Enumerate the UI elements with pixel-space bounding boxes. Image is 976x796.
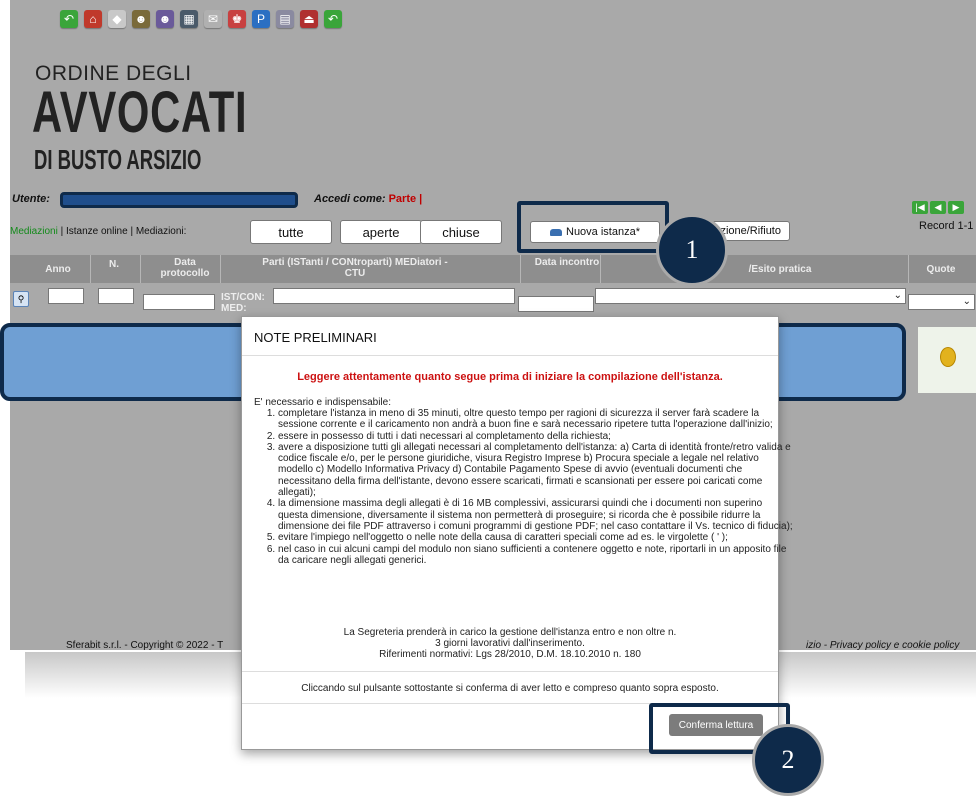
col-data-protocollo: Data protocollo <box>160 257 210 279</box>
logo-line-2: AVVOCATI <box>32 80 248 145</box>
user-search-icon[interactable]: ☻ <box>156 10 174 28</box>
record-count: Record 1-1 <box>919 220 974 232</box>
callout-badge-1: 1 <box>656 214 728 286</box>
list-item: avere a disposizione tutti gli allegati … <box>278 442 794 498</box>
quote-cell <box>918 327 976 393</box>
print-icon[interactable]: ▤ <box>276 10 294 28</box>
parti-input[interactable] <box>273 288 515 304</box>
filter-chiuse-button[interactable]: chiuse <box>420 220 502 244</box>
list-item: evitare l'impiego nell'oggetto o nelle n… <box>278 532 794 543</box>
modal-note: La Segreteria prenderà in carico la gest… <box>242 627 778 660</box>
next-page-icon[interactable]: ▶ <box>948 201 964 214</box>
col-parti: Parti (ISTanti / CONtroparti) MEDiatori … <box>262 257 448 279</box>
paypal-icon[interactable]: P <box>252 10 270 28</box>
modal-requirements-list: completare l'istanza in meno di 35 minut… <box>254 408 794 566</box>
anno-input[interactable] <box>48 288 84 304</box>
user-row: Utente: Accedi come: Parte | <box>10 192 976 208</box>
data-protocollo-input[interactable] <box>143 294 215 310</box>
toolbar: ↶ ⌂ ◆ ☻ ☻ ▦ ✉ ♚ P ▤ ⏏ ↶ <box>60 10 342 28</box>
filter-row: ⚲ IST/CON: MED: ⌄ ⌄ <box>10 284 976 318</box>
accedi-label: Accedi come: <box>314 193 386 205</box>
search-icon[interactable]: ⚲ <box>13 291 29 307</box>
modal-intro: E' necessario e indispensabile: <box>254 397 391 408</box>
back-arrow-icon[interactable]: ↶ <box>60 10 78 28</box>
user-label: Utente: <box>12 193 50 205</box>
people-icon[interactable]: ♚ <box>228 10 246 28</box>
modal-note-line-1: La Segreteria prenderà in carico la gest… <box>343 627 677 649</box>
first-page-icon[interactable]: |◀ <box>912 201 928 214</box>
modal-confirm-text: Cliccando sul pulsante sottostante si co… <box>301 683 719 694</box>
istcon-label: IST/CON: MED: <box>221 292 265 314</box>
col-quote: Quote <box>926 264 956 275</box>
callout-badge-2: 2 <box>752 724 824 796</box>
col-esito: /Esito pratica <box>748 264 812 275</box>
col-anno: Anno <box>45 264 71 275</box>
highlight-nuova-istanza <box>517 201 669 253</box>
accedi-value[interactable]: Parte | <box>389 193 423 205</box>
accedi-come: Accedi come: Parte | <box>314 193 422 205</box>
modal-note-line-2: Riferimenti normativi: Lgs 28/2010, D.M.… <box>379 649 641 660</box>
coins-icon[interactable] <box>940 347 956 367</box>
footer-privacy-link[interactable]: izio - Privacy policy e cookie policy <box>806 640 959 650</box>
note-preliminari-modal: NOTE PRELIMINARI Leggere attentamente qu… <box>241 316 793 750</box>
list-item: la dimensione massima degli allegati è d… <box>278 498 794 532</box>
breadcrumb-mediazioni-link[interactable]: Mediazioni <box>10 226 58 237</box>
modal-warning: Leggere attentamente quanto segue prima … <box>297 371 723 383</box>
notebook-icon[interactable]: ▦ <box>180 10 198 28</box>
table-header: Anno N. Data protocollo Parti (ISTanti /… <box>10 255 976 283</box>
exit-icon[interactable]: ⏏ <box>300 10 318 28</box>
footer-copyright: Sferabit s.r.l. - Copyright © 2022 - T <box>66 640 224 650</box>
list-item: nel caso in cui alcuni campi del modulo … <box>278 544 794 567</box>
breadcrumb-rest: | Istanze online | Mediazioni: <box>57 226 187 237</box>
filter-tutte-button[interactable]: tutte <box>250 220 332 244</box>
data-incontro-input[interactable] <box>518 296 594 312</box>
list-item: essere in possesso di tutti i dati neces… <box>278 431 794 442</box>
refresh-icon[interactable]: ↶ <box>324 10 342 28</box>
modal-title: NOTE PRELIMINARI <box>254 330 377 345</box>
quote-select[interactable]: ⌄ <box>908 294 975 310</box>
breadcrumb: Mediazioni | Istanze online | Mediazioni… <box>10 226 186 237</box>
pager: |◀ ◀ ▶ <box>912 201 964 214</box>
mail-icon[interactable]: ✉ <box>204 10 222 28</box>
filter-aperte-button[interactable]: aperte <box>340 220 422 244</box>
user-name-redacted <box>60 192 298 208</box>
disabled-icon[interactable]: ◆ <box>108 10 126 28</box>
logo-line-3: DI BUSTO ARSIZIO <box>34 144 202 175</box>
home-icon[interactable]: ⌂ <box>84 10 102 28</box>
col-data-incontro: Data incontro <box>534 257 600 268</box>
numero-input[interactable] <box>98 288 134 304</box>
list-item: completare l'istanza in meno di 35 minut… <box>278 408 794 431</box>
users-icon[interactable]: ☻ <box>132 10 150 28</box>
prev-page-icon[interactable]: ◀ <box>930 201 946 214</box>
col-n: N. <box>109 259 119 270</box>
esito-select[interactable]: ⌄ <box>595 288 906 304</box>
